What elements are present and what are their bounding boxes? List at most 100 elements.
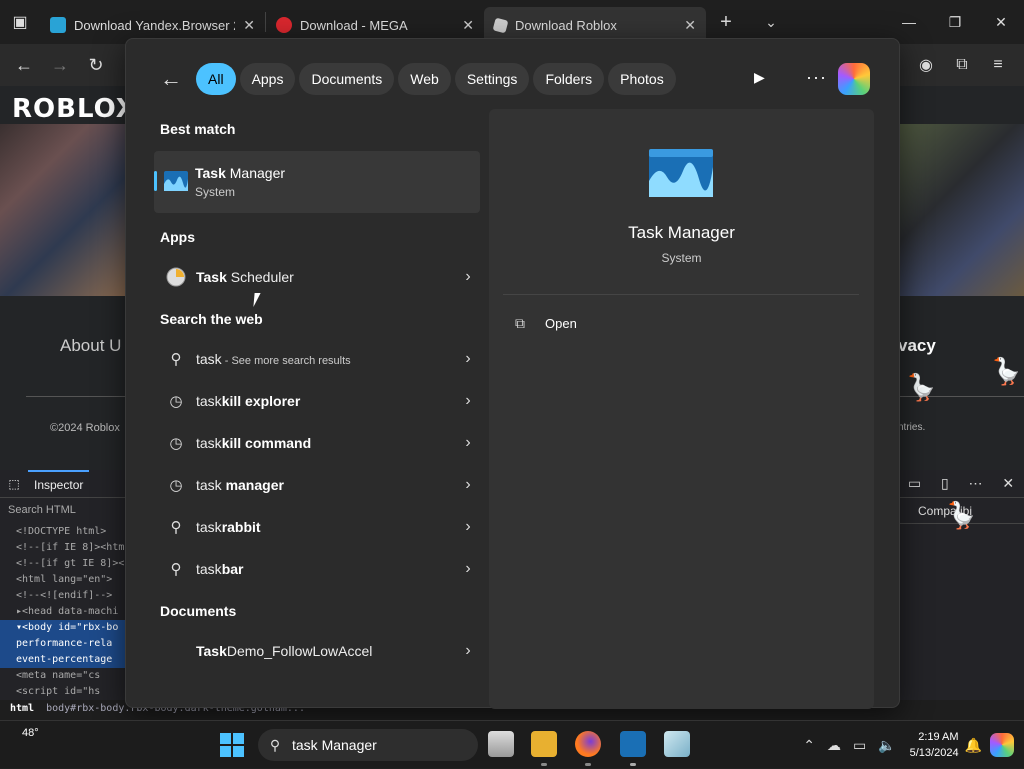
code-line[interactable]: <html lang="en"> [0,572,125,588]
file-explorer-icon[interactable] [531,731,557,757]
history-icon: ◷ [169,435,183,452]
filter-web[interactable]: Web [398,63,451,95]
code-line-selected[interactable]: event-percentage [0,652,125,668]
goose-icon: 🪿 [905,372,938,402]
documents-heading: Documents [160,603,237,619]
code-line[interactable]: <meta name="cs [0,668,125,684]
filter-all[interactable]: All [196,63,236,95]
open-action[interactable]: ⧉ Open [515,315,577,332]
reload-icon[interactable]: ↻ [78,47,114,83]
chevron-right-icon[interactable]: › [456,392,480,410]
task-view-icon[interactable] [488,731,514,757]
task-manager-icon[interactable] [620,731,646,757]
selection-indicator [154,171,157,191]
filter-settings[interactable]: Settings [454,63,530,95]
notepad-icon[interactable] [664,731,690,757]
volume-icon[interactable]: 🔈 [878,737,895,754]
privacy-link[interactable]: vacy [898,336,936,356]
taskbar-search-input[interactable]: ⚲ task Manager [258,729,478,761]
chevron-right-icon[interactable]: › [456,434,480,452]
code-line-selected[interactable]: ▾<body id="rbx-bo [0,620,125,636]
best-match-item[interactable]: Task Manager System [154,151,480,307]
web-result[interactable]: ⚲ taskbar › [154,548,480,590]
back-arrow-icon[interactable]: ← [160,66,190,92]
code-line[interactable]: <!DOCTYPE html> [0,524,125,540]
more-icon[interactable]: ⋯ [969,475,983,492]
account-icon[interactable]: ◉ [908,55,944,75]
extensions-icon[interactable]: ⧉ [944,56,980,74]
yandex-favicon-icon [50,17,66,33]
windows-start-icon[interactable] [220,733,244,757]
preview-title: Task Manager [628,223,735,242]
document-result[interactable]: TaskDemo_FollowLowAccel › [154,630,480,672]
copilot-icon[interactable] [838,63,870,95]
code-line[interactable]: <!--[if gt IE 8]>< [0,556,125,572]
chevron-right-icon[interactable]: › [456,560,480,578]
chevron-right-icon[interactable]: › [456,350,480,368]
back-icon[interactable]: ← [6,47,42,83]
task-manager-icon [164,171,188,196]
filter-apps[interactable]: Apps [239,63,296,95]
restore-icon[interactable]: ❐ [932,0,978,44]
copyright-text: ©2024 Roblox [50,422,120,434]
best-match-subtitle: System [195,185,236,199]
code-line[interactable]: ▸<head data-machi [0,604,125,620]
web-result[interactable]: ⚲ task - See more search results › [154,338,480,380]
clock[interactable]: 2:19 AM 5/13/2024 [910,729,959,761]
layout-icon[interactable]: ▭ [908,475,921,492]
list-all-tabs-icon[interactable]: ⌄ [746,14,796,31]
close-tab-icon[interactable]: ✕ [462,17,474,34]
code-line-selected[interactable]: performance-rela [0,636,125,652]
responsive-icon[interactable]: ▯ [941,475,949,492]
code-line[interactable]: <!--[if IE 8]><html [0,540,125,556]
chevron-right-icon[interactable]: › [456,518,480,536]
close-devtools-icon[interactable]: ✕ [1002,475,1014,492]
breadcrumb-html[interactable]: html [10,703,34,714]
best-match-title: Task Manager [195,165,286,181]
chevron-up-icon[interactable]: ⌃ [803,737,815,754]
chevron-right-icon[interactable]: › [456,268,480,286]
weather-widget[interactable]: 48° [22,727,39,739]
tab-actions-icon[interactable]: ▣ [0,0,40,44]
close-tab-icon[interactable]: ✕ [684,17,696,34]
menu-icon[interactable]: ≡ [980,56,1016,74]
filter-folders[interactable]: Folders [533,63,605,95]
new-tab-button[interactable]: + [706,11,746,34]
display-icon[interactable]: ▭ [853,737,866,754]
chevron-right-icon[interactable]: › [456,642,480,660]
play-icon[interactable]: ▶ [754,69,765,86]
copilot-icon[interactable] [990,733,1014,757]
web-result[interactable]: ◷ taskkill command › [154,422,480,464]
web-result[interactable]: ◷ taskkill explorer › [154,380,480,422]
close-window-icon[interactable]: ✕ [978,0,1024,44]
banner-image [898,124,1024,296]
search-icon: ⚲ [170,561,182,578]
temperature: 48° [22,727,39,739]
firefox-icon[interactable] [575,731,601,757]
inspector-label: Inspector [34,477,84,492]
app-result-task-scheduler[interactable]: Task Scheduler › [154,256,480,298]
element-picker-icon[interactable]: ⬚ [0,477,28,491]
filter-documents[interactable]: Documents [299,63,395,95]
web-result[interactable]: ⚲ taskrabbit › [154,506,480,548]
result-label: task manager [196,477,284,493]
inspector-tab[interactable]: Inspector [28,469,90,498]
web-result[interactable]: ◷ task manager › [154,464,480,506]
chevron-right-icon[interactable]: › [456,476,480,494]
code-line[interactable]: <script id="hs [0,684,125,700]
start-search-panel: ← All Apps Documents Web Settings Folder… [125,38,900,709]
tab-title: Download Yandex.Browser 24.4 [74,17,235,33]
notification-bell-icon[interactable]: 🔔 [965,737,982,754]
forward-icon[interactable]: → [42,47,78,83]
cloud-icon[interactable]: ☁ [827,737,841,754]
roblox-favicon-icon [492,17,509,33]
search-icon: ⚲ [269,736,281,753]
search-html-input[interactable]: Search HTML [0,500,125,522]
result-label: taskrabbit [196,519,261,535]
about-link[interactable]: About U [60,336,121,356]
more-options-icon[interactable]: ··· [806,67,827,88]
filter-photos[interactable]: Photos [608,63,676,95]
close-tab-icon[interactable]: ✕ [243,17,255,34]
preview-subtitle: System [661,251,702,265]
code-line[interactable]: <!--<![endif]--> [0,588,125,604]
